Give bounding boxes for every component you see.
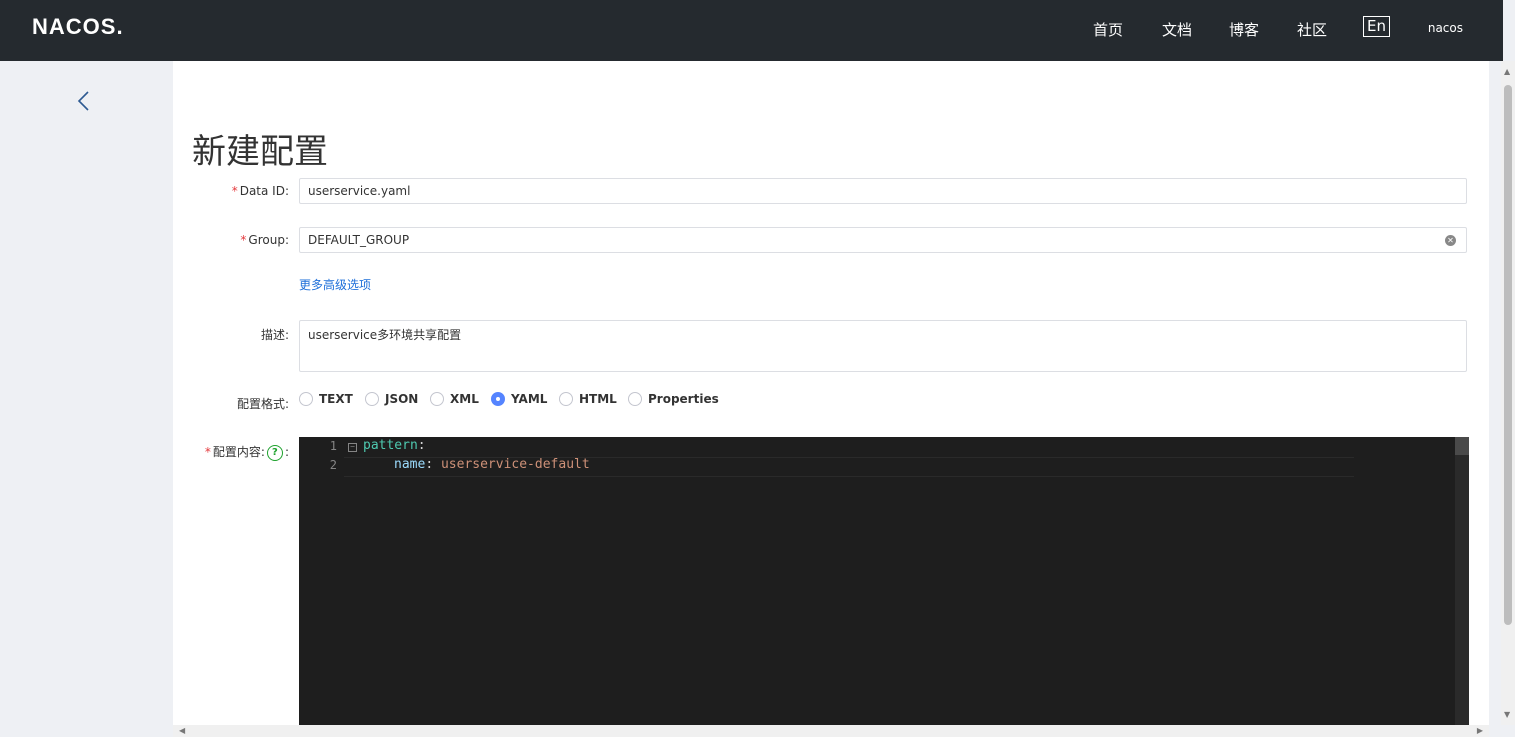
radio-label: Properties [648,392,719,406]
page-scroll-thumb[interactable] [1504,85,1512,625]
format-label: 配置格式: [236,397,289,411]
group-input-value: DEFAULT_GROUP [308,233,410,247]
data-id-label: * Data ID: [173,184,289,198]
radio-label: JSON [385,392,419,406]
content-label-text: 配置内容: [212,445,265,459]
required-mark: * [240,233,247,247]
radio-dot [365,392,379,406]
code-line-1: pattern: [363,438,426,453]
yaml-key: pattern [363,438,418,453]
nav-community[interactable]: 社区 [1297,19,1327,40]
page-horizontal-scrollbar[interactable]: ◀ ▶ [173,725,1489,737]
nav-blog[interactable]: 博客 [1229,19,1259,40]
radio-dot [628,392,642,406]
required-mark: * [204,445,211,459]
user-menu[interactable]: nacos [1428,21,1463,35]
content-label: * 配置内容:?: [173,443,289,461]
language-toggle-button[interactable]: En [1363,16,1390,37]
required-mark: * [231,184,238,198]
fold-icon[interactable]: − [348,443,357,452]
radio-dot [559,392,573,406]
radio-label: HTML [579,392,617,406]
page-title: 新建配置 [192,131,328,172]
yaml-value: userservice-default [440,457,590,472]
group-label: * Group: [173,233,289,247]
scroll-right-icon[interactable]: ▶ [1477,726,1483,735]
main-content: 新建配置 * Data ID: userservice.yaml * Group: … [173,61,1489,725]
line-number: 1 [329,439,337,453]
editor-scroll-thumb[interactable] [1455,437,1469,455]
clear-icon[interactable]: ✕ [1445,235,1456,246]
content-label-colon: : [284,445,289,459]
help-icon[interactable]: ? [266,444,283,461]
radio-dot [491,392,505,406]
page-vertical-scrollbar[interactable]: ▲ ▼ [1501,61,1515,725]
radio-label: TEXT [319,392,353,406]
left-sidebar [0,61,173,737]
line-number: 2 [329,458,337,472]
yaml-colon: : [417,438,426,453]
scroll-down-icon[interactable]: ▼ [1504,710,1510,719]
description-label: 描述: [260,328,289,342]
nav-home[interactable]: 首页 [1093,19,1123,40]
group-label-text: Group: [248,233,289,247]
yaml-key: name [394,457,426,472]
code-editor[interactable]: 1 2 − pattern: name: userservice-default [299,437,1469,725]
data-id-label-text: Data ID: [239,184,289,198]
scroll-left-icon[interactable]: ◀ [179,726,185,735]
advanced-options-link[interactable]: 更多高级选项 [299,276,371,293]
radio-label: YAML [511,392,548,406]
group-input[interactable]: DEFAULT_GROUP ✕ [299,227,1467,253]
editor-gutter: 1 2 [299,437,344,725]
code-line-2: name: userservice-default [394,457,590,472]
top-nav-bar: NACOS. 首页 文档 博客 社区 En nacos [0,0,1503,61]
yaml-colon: : [425,457,434,472]
data-id-input[interactable]: userservice.yaml [299,178,1467,204]
nacos-logo[interactable]: NACOS. [32,14,124,40]
nav-docs[interactable]: 文档 [1162,19,1192,40]
description-textarea[interactable]: userservice多环境共享配置 [299,320,1467,372]
scroll-up-icon[interactable]: ▲ [1504,67,1510,76]
editor-scrollbar[interactable] [1455,437,1469,725]
chevron-left-icon[interactable] [75,89,93,113]
radio-label: XML [450,392,479,406]
radio-dot [299,392,313,406]
radio-dot [430,392,444,406]
